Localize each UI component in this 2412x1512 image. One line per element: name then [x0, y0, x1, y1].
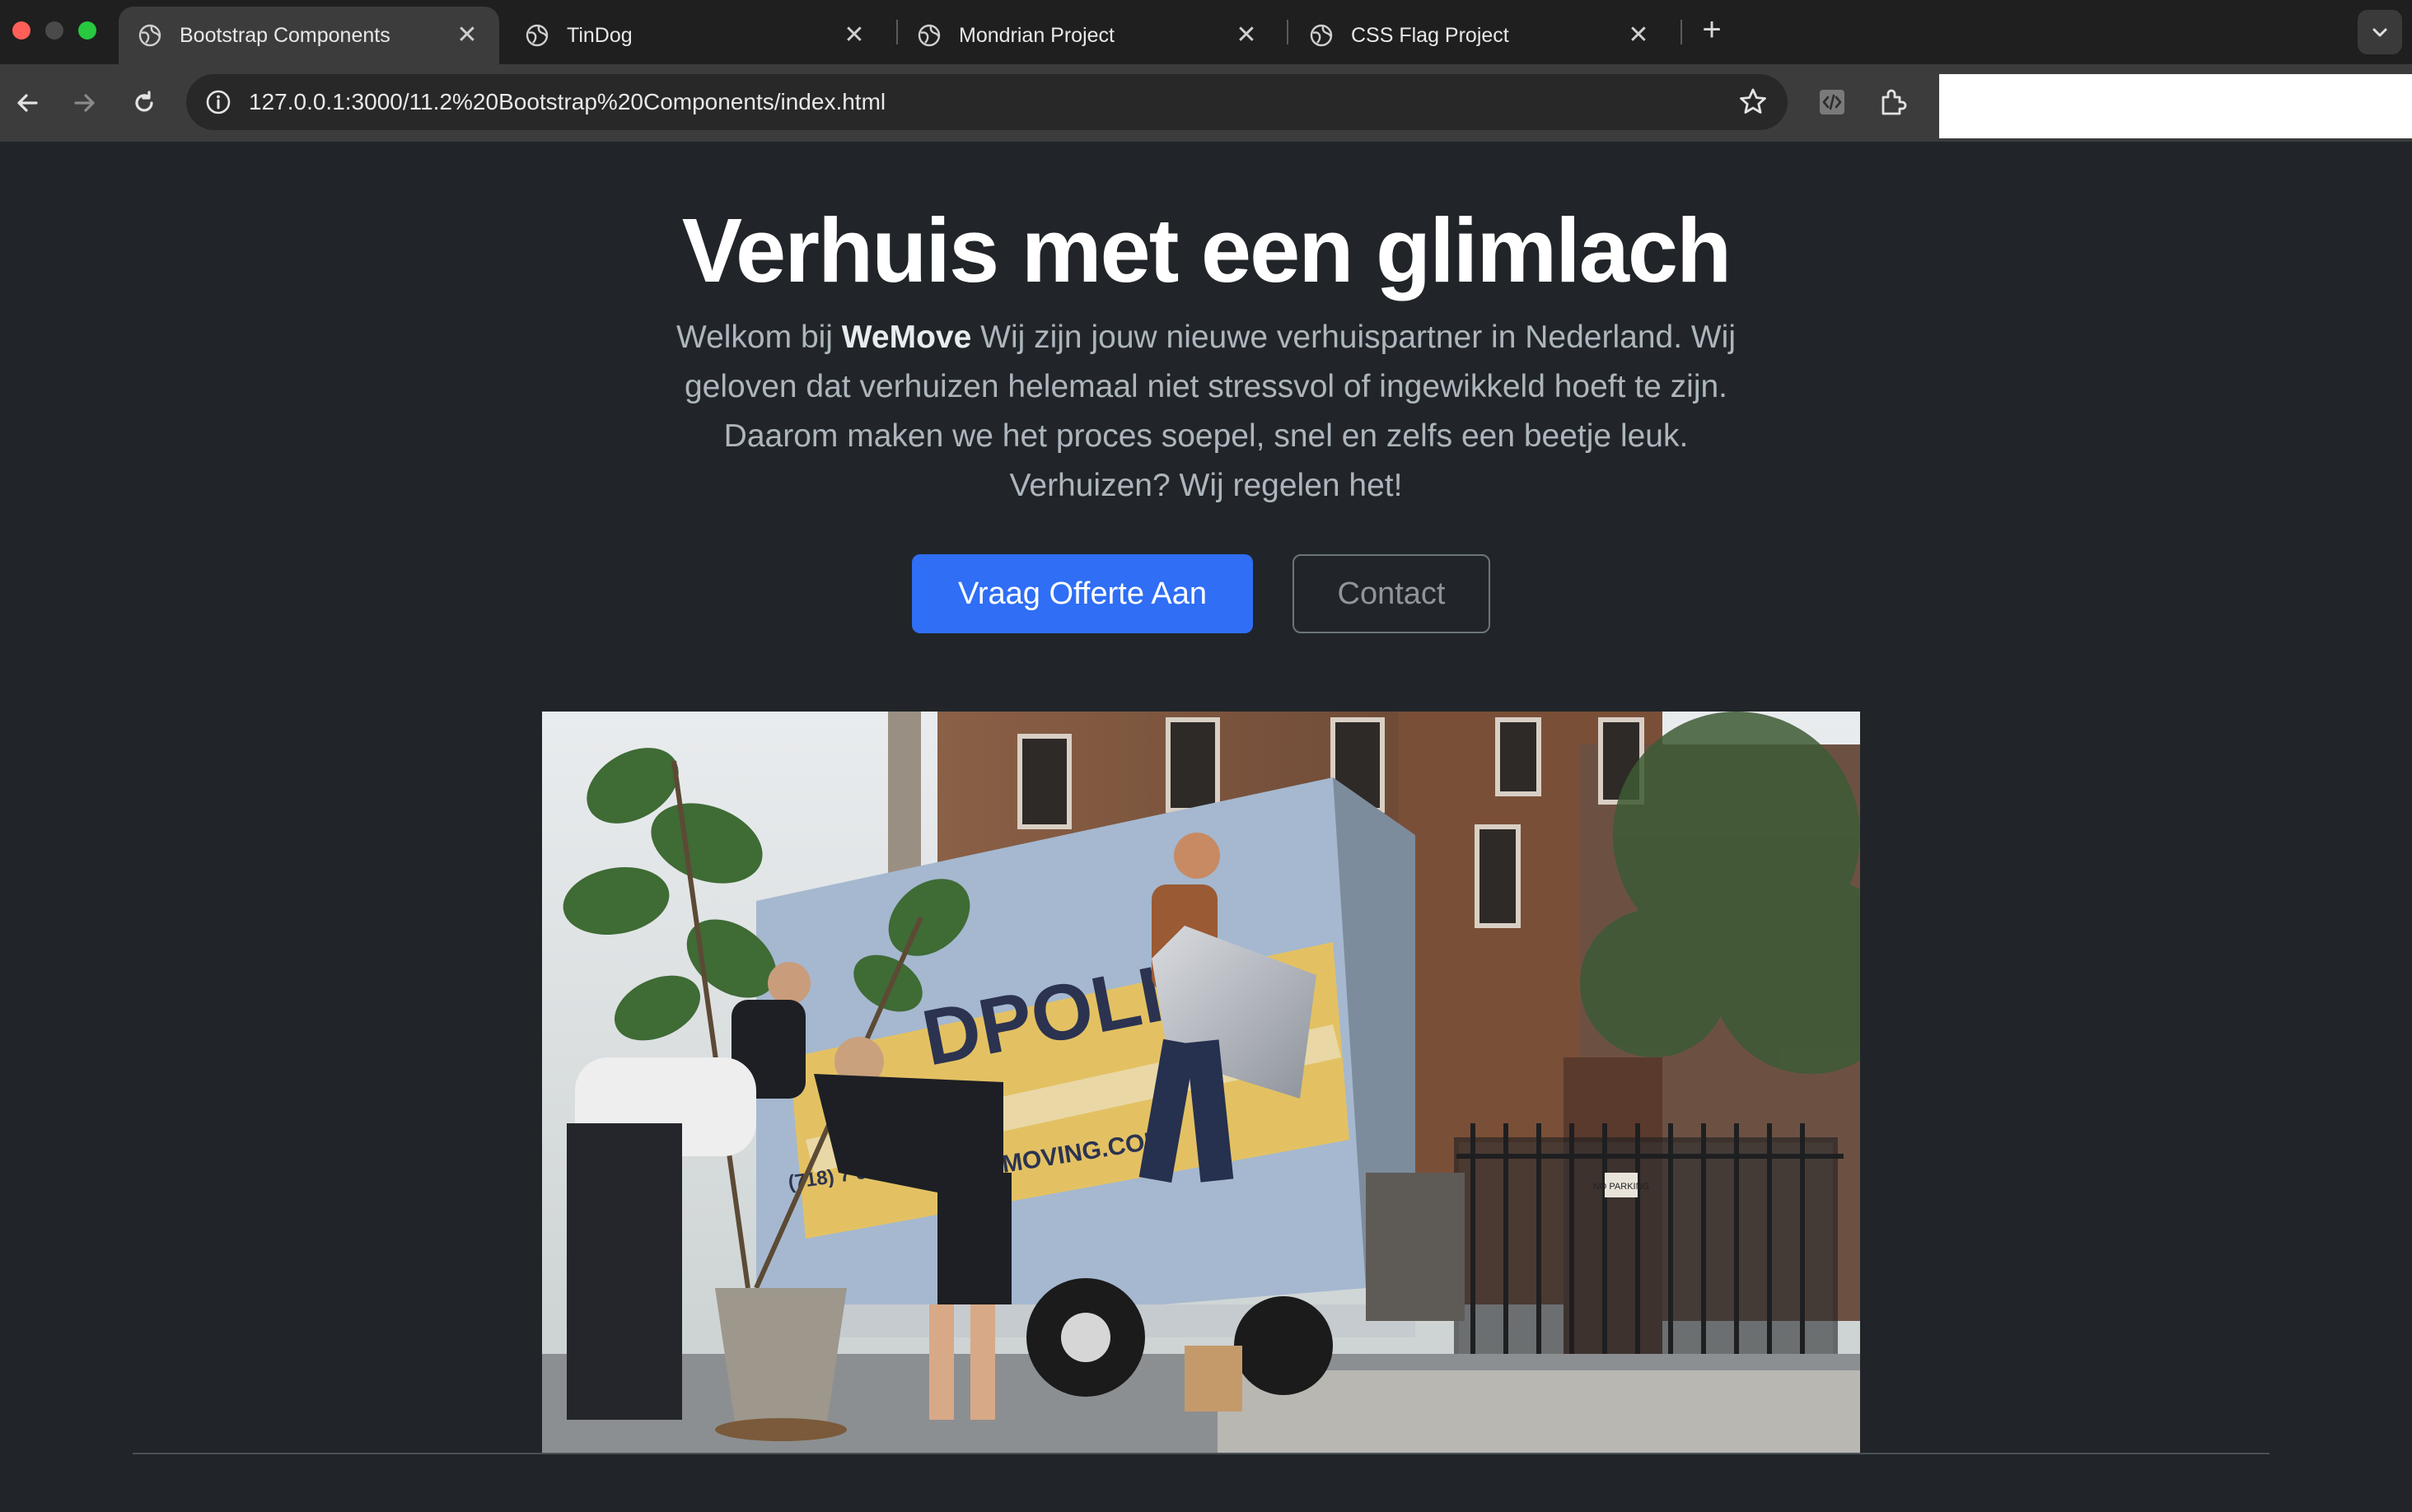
- tab-title: Mondrian Project: [959, 23, 1115, 47]
- hero-title: Verhuis met een glimlach: [681, 200, 1732, 301]
- star-icon[interactable]: [1737, 86, 1769, 119]
- arrow-left-icon: [17, 94, 38, 112]
- arrow-right-icon: [74, 94, 95, 112]
- chevron-down-icon: [2372, 28, 2387, 37]
- close-icon[interactable]: ✕: [455, 23, 479, 48]
- no-parking-sign: NO PARKING: [1593, 1182, 1649, 1192]
- address-url[interactable]: 127.0.0.1:3000/11.2%20Bootstrap%20Compon…: [249, 74, 886, 130]
- browser-tab-bootstrap-components[interactable]: Bootstrap Components ✕: [119, 7, 499, 64]
- globe-icon: [918, 24, 941, 47]
- close-icon[interactable]: ✕: [1234, 23, 1259, 48]
- tab-separator: [1680, 20, 1682, 44]
- tab-separator: [1287, 20, 1288, 44]
- window-zoom-button[interactable]: [78, 21, 96, 40]
- code-extension-icon: [1820, 90, 1844, 114]
- info-icon[interactable]: [203, 86, 234, 118]
- address-bar[interactable]: 127.0.0.1:3000/11.2%20Bootstrap%20Compon…: [186, 74, 1788, 130]
- extensions-button[interactable]: [1873, 82, 1913, 122]
- lead-prefix: Welkom bij: [675, 320, 842, 355]
- tab-title: Bootstrap Components: [180, 23, 390, 47]
- browser-tab-mondrian-project[interactable]: Mondrian Project ✕: [898, 7, 1278, 64]
- contact-button[interactable]: Contact: [1292, 554, 1490, 633]
- tab-title: CSS Flag Project: [1351, 23, 1509, 47]
- brand-name: WeMove: [841, 320, 972, 355]
- profile-area[interactable]: [1939, 74, 2412, 138]
- reload-icon: [135, 91, 153, 112]
- globe-icon: [1310, 24, 1333, 47]
- back-button[interactable]: [7, 82, 48, 124]
- browser-tab-css-flag-project[interactable]: CSS Flag Project ✕: [1290, 7, 1671, 64]
- window-minimize-button[interactable]: [45, 21, 63, 40]
- devtools-extension-button[interactable]: [1812, 82, 1852, 122]
- reload-button[interactable]: [124, 82, 165, 124]
- tab-search-button[interactable]: [2358, 10, 2402, 54]
- hero-photo-moving-truck: NO PARKING DPOLIS MOVING.COM (718) 7 520…: [542, 712, 1860, 1453]
- hero-lead-text: Welkom bij WeMove Wij zijn jouw nieuwe v…: [671, 313, 1741, 511]
- moving-truck-illustration: NO PARKING DPOLIS MOVING.COM (718) 7 520…: [542, 712, 1860, 1453]
- window-close-button[interactable]: [12, 21, 30, 40]
- globe-icon: [526, 24, 549, 47]
- tab-title: TinDog: [567, 23, 633, 47]
- forward-button[interactable]: [64, 82, 105, 124]
- close-icon[interactable]: ✕: [1626, 23, 1651, 48]
- new-tab-button[interactable]: +: [1695, 12, 1728, 48]
- puzzle-icon: [1881, 89, 1907, 115]
- browser-tab-strip: Bootstrap Components ✕ TinDog ✕ Mondrian…: [0, 0, 2412, 64]
- close-icon[interactable]: ✕: [842, 23, 867, 48]
- browser-tab-tindog[interactable]: TinDog ✕: [506, 7, 886, 64]
- globe-icon: [138, 24, 161, 47]
- request-quote-button[interactable]: Vraag Offerte Aan: [912, 554, 1253, 633]
- section-divider: [133, 1453, 2269, 1454]
